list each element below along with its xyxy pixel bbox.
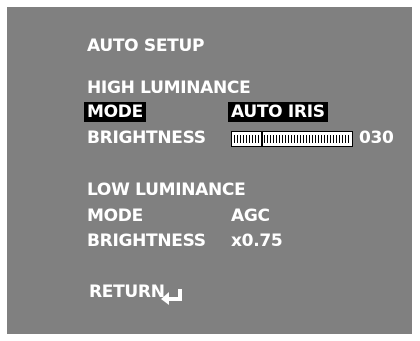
low-brightness-value: x0.75 [231, 231, 283, 251]
low-luminance-heading: LOW LUMINANCE [87, 180, 246, 200]
high-brightness-value: 030 [359, 128, 394, 148]
low-mode-label[interactable]: MODE [87, 206, 143, 226]
slider-knob[interactable] [261, 132, 263, 146]
high-mode-value[interactable]: AUTO IRIS [228, 102, 328, 122]
menu-title: AUTO SETUP [87, 36, 205, 56]
high-luminance-heading: HIGH LUMINANCE [87, 78, 251, 98]
high-brightness-slider[interactable] [231, 131, 353, 147]
return-label[interactable]: RETURN [89, 282, 165, 302]
return-arrow-icon[interactable] [161, 289, 183, 305]
low-mode-value[interactable]: AGC [231, 206, 270, 226]
high-brightness-label[interactable]: BRIGHTNESS [87, 128, 206, 148]
high-mode-label[interactable]: MODE [84, 102, 146, 122]
osd-menu-screen: AUTO SETUP HIGH LUMINANCE MODE AUTO IRIS… [7, 7, 412, 334]
slider-ticks [234, 135, 350, 143]
low-brightness-label[interactable]: BRIGHTNESS [87, 231, 206, 251]
